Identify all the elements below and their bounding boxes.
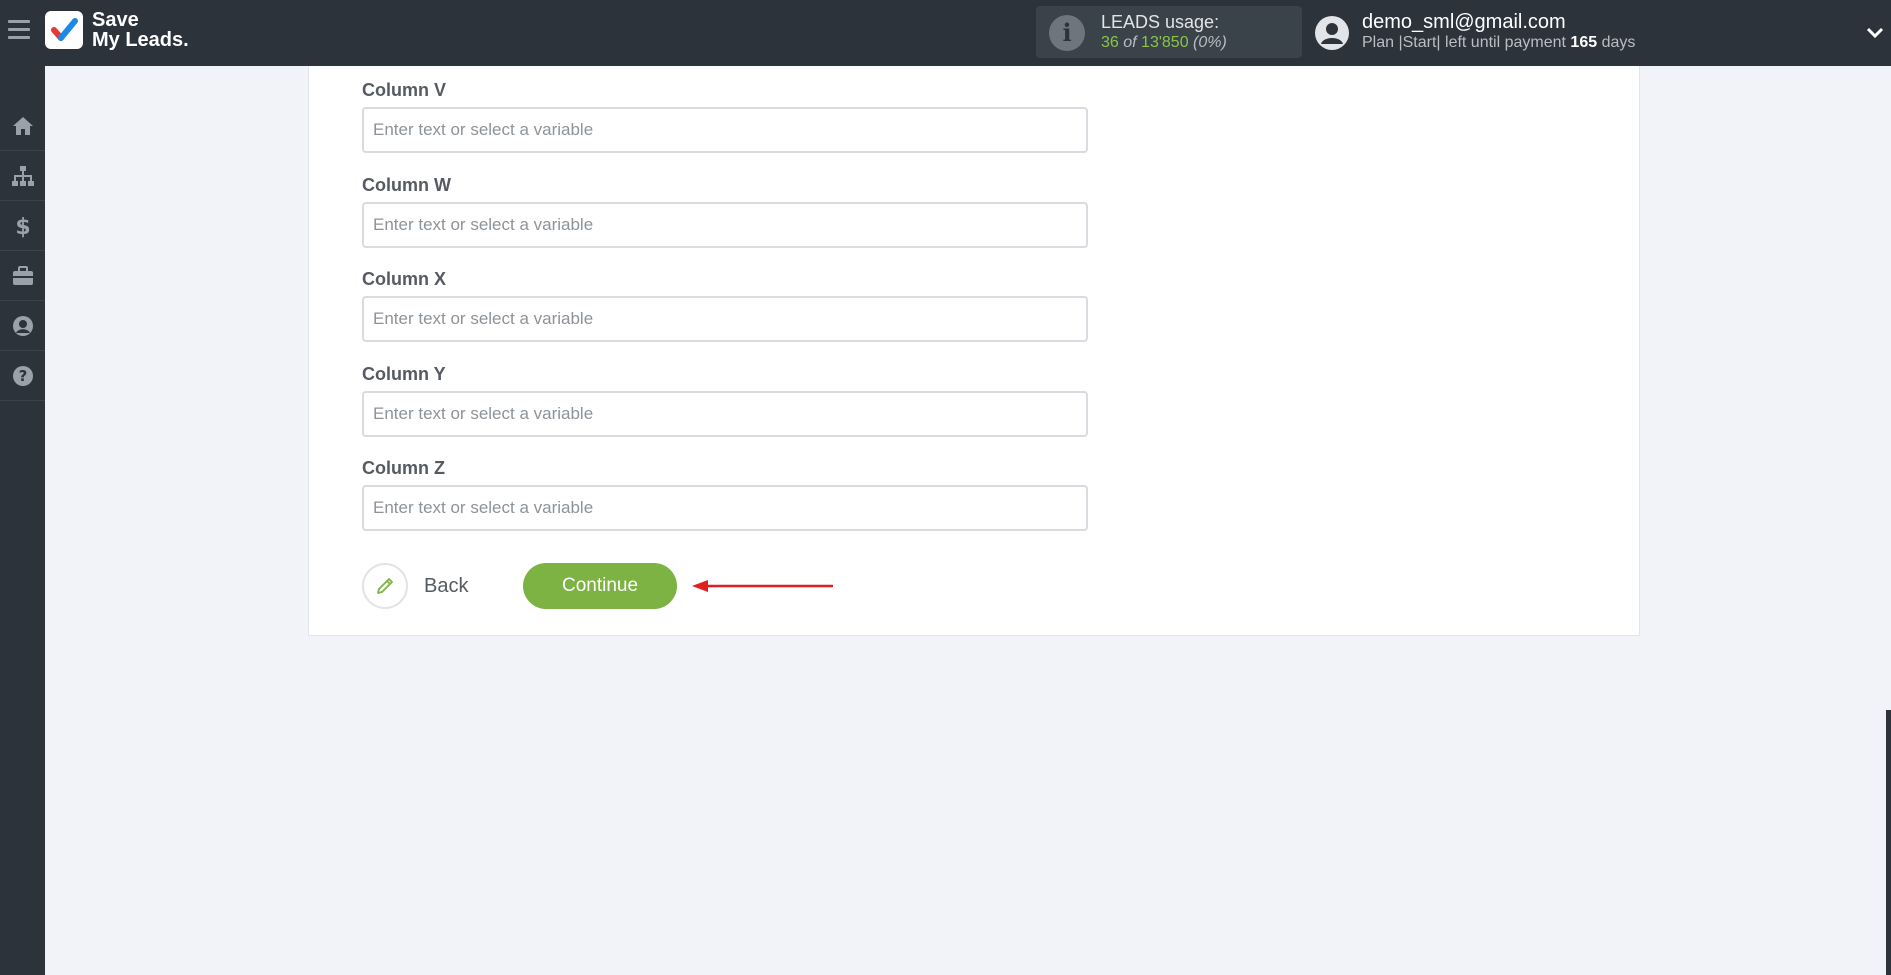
usage-total: 13'850 (1141, 34, 1189, 51)
sidebar-item-account[interactable] (0, 301, 45, 351)
user-circle-icon (12, 315, 33, 336)
sidebar-item-help[interactable]: ? (0, 351, 45, 401)
logo-line1: Save (92, 9, 139, 31)
sidebar-item-home[interactable] (0, 101, 45, 151)
plan-days: 165 (1570, 34, 1598, 51)
top-bar: Save My Leads. i LEADS usage: 36 of 13'8… (0, 0, 1891, 66)
pencil-icon (362, 563, 408, 609)
sidebar-item-tools[interactable] (0, 251, 45, 301)
svg-text:$: $ (15, 215, 30, 238)
continue-button[interactable]: Continue (523, 563, 677, 609)
question-icon: ? (12, 365, 33, 386)
usage-count: 36 of 13'850 (0%) (1101, 34, 1227, 52)
user-avatar-icon[interactable] (1314, 15, 1350, 51)
home-icon (12, 116, 33, 135)
sidebar-item-billing[interactable]: $ (0, 201, 45, 251)
leads-usage-panel: i LEADS usage: 36 of 13'850 (0%) (1036, 6, 1302, 58)
back-label: Back (424, 574, 469, 597)
svg-text:?: ? (18, 367, 27, 385)
column-y-input[interactable] (362, 391, 1088, 437)
field-label-column-v: Column V (362, 80, 446, 100)
briefcase-icon (12, 265, 33, 285)
chevron-down-icon[interactable] (1866, 24, 1884, 42)
field-label-column-w: Column W (362, 175, 451, 195)
field-label-column-y: Column Y (362, 364, 446, 384)
form-card: Column V Column W Column X Column Y Colu… (308, 66, 1640, 636)
column-z-input[interactable] (362, 485, 1088, 531)
menu-icon[interactable] (8, 20, 30, 42)
logo-text[interactable]: Save My Leads. (92, 10, 189, 50)
sidebar: $ ? (0, 66, 45, 975)
plan-info: Plan |Start| left until payment 165 days (1362, 34, 1635, 52)
plan-text: Plan |Start| left until payment (1362, 34, 1566, 51)
field-label-column-x: Column X (362, 269, 446, 289)
user-email[interactable]: demo_sml@gmail.com (1362, 11, 1566, 34)
sidebar-item-connections[interactable] (0, 151, 45, 201)
column-x-input[interactable] (362, 296, 1088, 342)
column-v-input[interactable] (362, 107, 1088, 153)
plan-days-suffix: days (1601, 34, 1636, 51)
sitemap-icon (11, 165, 34, 186)
back-button[interactable]: Back (362, 563, 502, 609)
annotation-arrow-icon (692, 580, 833, 592)
field-label-column-z: Column Z (362, 458, 445, 478)
usage-title: LEADS usage: (1101, 12, 1220, 32)
info-icon: i (1049, 15, 1085, 51)
column-w-input[interactable] (362, 202, 1088, 248)
logo-line2: My Leads. (92, 29, 189, 51)
usage-percent: (0%) (1193, 34, 1227, 51)
logo-icon[interactable] (45, 11, 83, 49)
scrollbar[interactable] (1886, 710, 1891, 975)
dollar-icon: $ (15, 215, 30, 238)
usage-used: 36 (1101, 34, 1119, 51)
usage-of: of (1123, 34, 1137, 51)
